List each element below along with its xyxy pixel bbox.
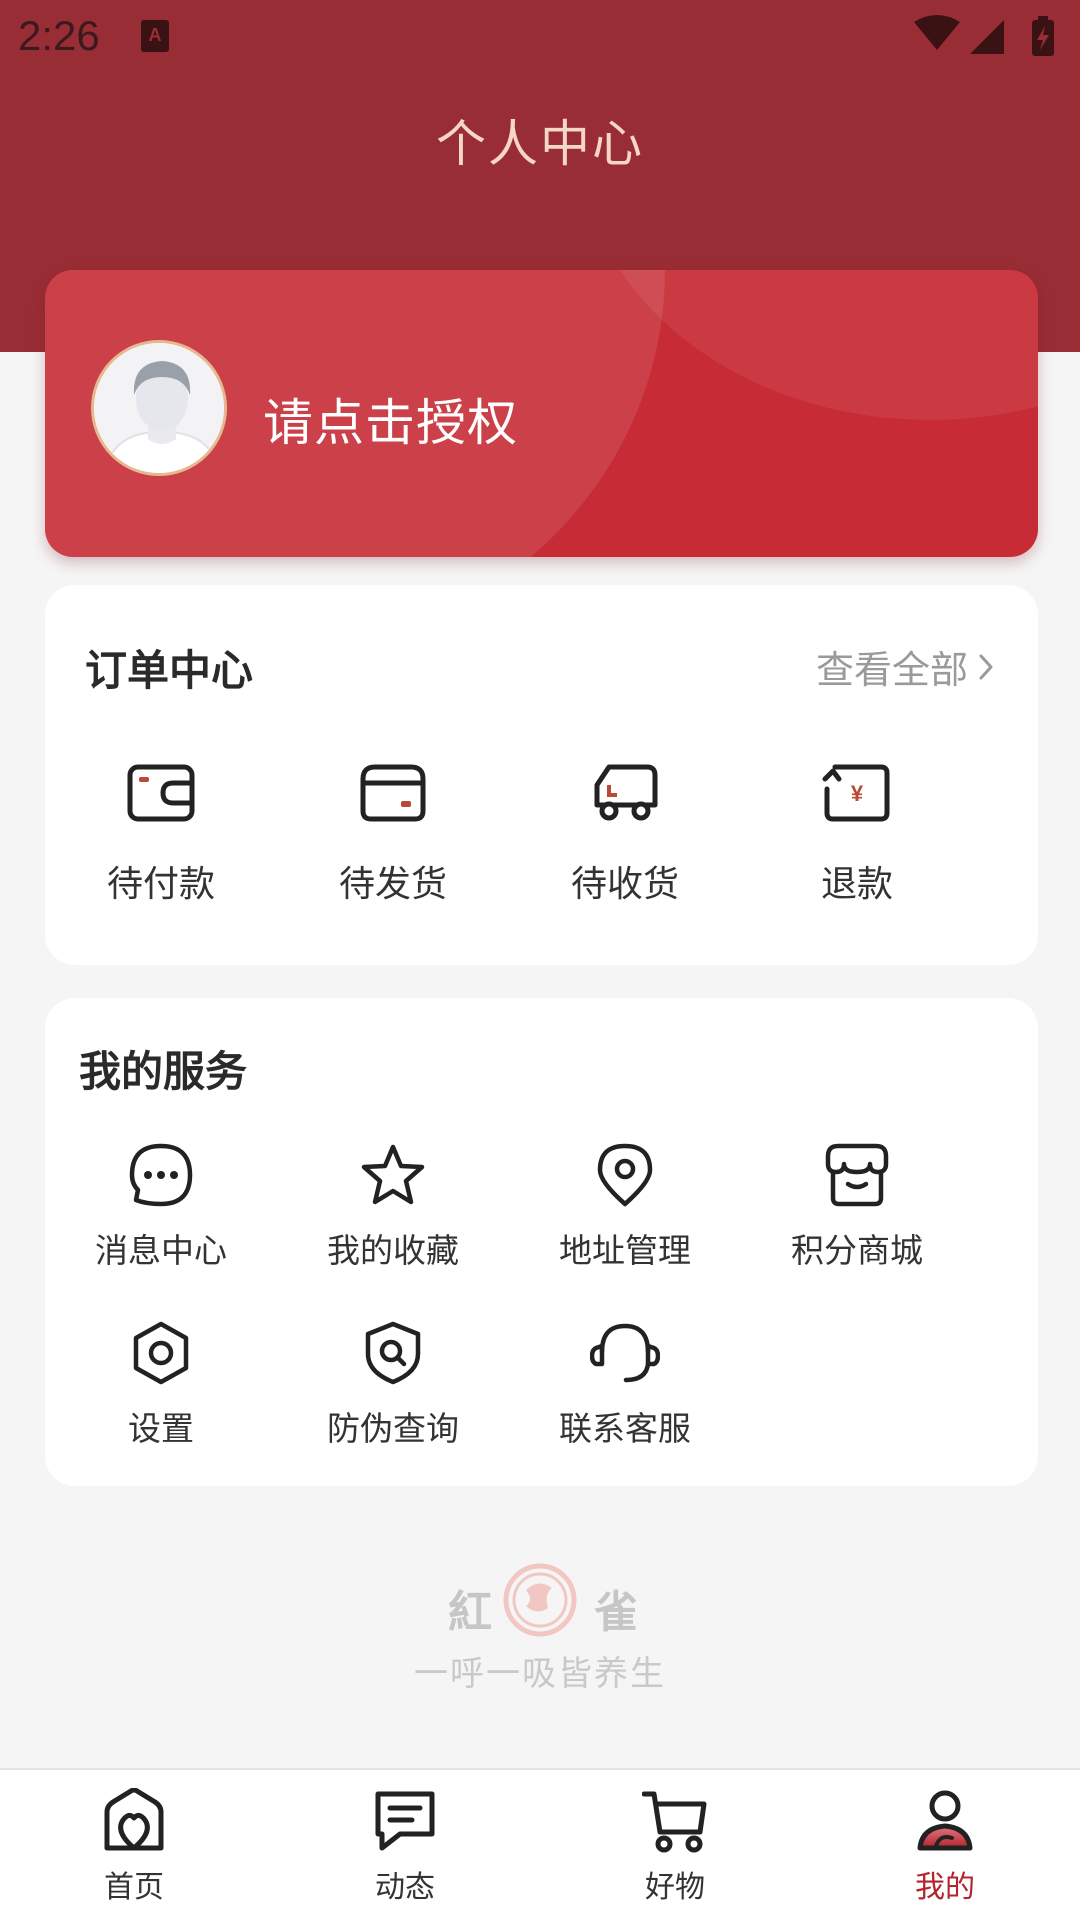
brand-slogan: 一呼一吸皆养生 [414,1654,666,1694]
nav-home[interactable]: 首页 [34,1788,234,1906]
package-icon [360,764,426,822]
order-center-card: 订单中心 查看全部 待付款 待发货 待收货 ¥ 退款 [45,585,1038,965]
service-address[interactable]: 地址管理 [509,1142,741,1272]
store-icon [825,1143,889,1207]
wifi-icon [914,15,960,50]
refund-icon: ¥ [822,764,890,822]
nav-label: 我的 [915,1870,975,1905]
notification-app-icon: A [141,20,169,52]
order-item-label: 退款 [820,864,893,905]
profile-card[interactable]: 请点击授权 [45,270,1038,557]
brand-name-right: 雀 [594,1587,638,1638]
chat-bubble-icon [129,1143,193,1207]
order-item-label: 待收货 [570,864,679,905]
service-anti-counterfeit[interactable]: 防伪查询 [277,1320,509,1450]
service-contact-support[interactable]: 联系客服 [509,1320,741,1450]
service-item-label: 设置 [128,1409,194,1448]
wallet-icon [127,764,195,822]
cart-icon [642,1791,707,1853]
my-services-card: 我的服务 消息中心 我的收藏 地址管理 积分商城 设置 防伪查询 联系客服 [45,998,1038,1486]
nav-label: 动态 [375,1870,435,1905]
nav-goods[interactable]: 好物 [575,1788,775,1906]
truck-icon [594,764,658,821]
see-all-label: 查看全部 [815,648,968,692]
service-settings[interactable]: 设置 [45,1320,277,1450]
page-title: 个人中心 [436,115,644,173]
service-item-label: 联系客服 [559,1409,691,1448]
order-refund[interactable]: ¥ 退款 [741,761,973,907]
status-bar: 2:26 A [0,0,1080,72]
bottom-navigation: 首页 动态 好物 我的 [0,1768,1080,1920]
authorize-prompt[interactable]: 请点击授权 [263,383,518,455]
chevron-right-icon [979,654,993,679]
news-icon [375,1791,435,1851]
order-center-title: 订单中心 [85,646,254,695]
service-item-label: 地址管理 [559,1231,691,1270]
order-pending-shipment[interactable]: 待发货 [277,761,509,907]
service-item-label: 消息中心 [95,1231,227,1270]
signal-icon [970,20,1004,54]
location-pin-icon [597,1143,653,1207]
service-points-mall[interactable]: 积分商城 [741,1142,973,1272]
see-all-orders-link[interactable]: 查看全部 [816,639,994,694]
default-avatar-icon [94,343,224,473]
nav-mine[interactable]: 我的 [845,1788,1045,1906]
headset-icon [590,1323,660,1383]
service-item-label: 积分商城 [791,1231,923,1270]
avatar[interactable] [91,340,227,476]
order-item-label: 待付款 [106,864,215,905]
my-services-title: 我的服务 [79,1047,248,1096]
nav-label: 好物 [645,1870,705,1905]
shield-search-icon [365,1321,421,1385]
order-pending-receipt[interactable]: 待收货 [509,761,741,907]
status-icons [914,15,1054,56]
battery-charging-icon [1032,16,1054,56]
order-item-label: 待发货 [338,864,447,905]
svg-text:¥: ¥ [851,781,864,806]
brand-footer: 紅 雀 一呼一吸皆养生 [0,1560,1080,1700]
star-icon [361,1144,425,1205]
service-message-center[interactable]: 消息中心 [45,1142,277,1272]
settings-hexagon-icon [133,1321,189,1385]
home-icon [104,1788,164,1851]
profile-icon [917,1790,973,1851]
service-item-label: 我的收藏 [327,1231,459,1270]
order-pending-payment[interactable]: 待付款 [45,761,277,907]
nav-news[interactable]: 动态 [305,1788,505,1906]
status-time: 2:26 [18,12,100,59]
nav-label: 首页 [104,1870,164,1905]
service-favorites[interactable]: 我的收藏 [277,1142,509,1272]
service-item-label: 防伪查询 [327,1409,459,1448]
